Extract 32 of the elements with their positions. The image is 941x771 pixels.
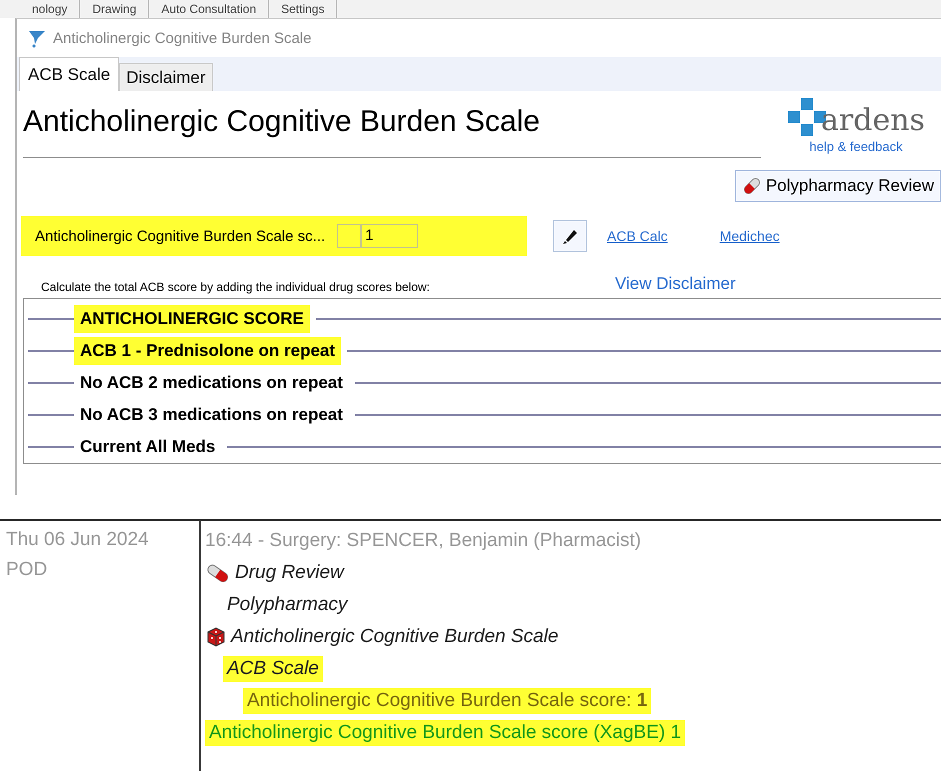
journal-entry: Drug Review <box>234 561 346 585</box>
link[interactable]: ACB Calc <box>607 228 668 244</box>
edit-button[interactable] <box>553 220 587 252</box>
section-heading: Current All Meds <box>79 436 216 458</box>
entry-date: Thu 06 Jun 2024 <box>6 528 150 552</box>
journal-entry: Anticholinergic Cognitive Burden Scale score (XagBE) 1 <box>205 720 686 746</box>
dice-icon <box>205 626 227 648</box>
window-title: Anticholinergic Cognitive Burden Scale <box>53 30 312 46</box>
review-button[interactable]: Polypharmacy Review <box>734 170 941 202</box>
score-field[interactable]: 1 <box>361 224 418 248</box>
section-heading: No ACB 3 medications on repeat <box>79 404 344 426</box>
tab[interactable]: Disclaimer <box>119 63 213 91</box>
link[interactable]: Medichec <box>720 228 780 244</box>
form-heading: Anticholinergic Cognitive Burden Scale <box>23 105 541 139</box>
section-heading: No ACB 2 medications on repeat <box>79 372 344 394</box>
location-text: POD <box>6 558 48 582</box>
help-link[interactable]: help & feedback <box>809 139 903 154</box>
journal-entry: Anticholinergic Cognitive Burden Scale <box>229 625 560 649</box>
input-field[interactable] <box>337 224 362 248</box>
consultation-header: 16:44 - Surgery: SPENCER, Benjamin (Pharmacist) <box>205 529 642 553</box>
field-label: Anticholinergic Cognitive Burden Scale sc... <box>35 228 326 244</box>
app-icon <box>27 28 47 48</box>
journal-entry: Anticholinergic Cognitive Burden Scale score: 1 <box>243 688 652 714</box>
journal-entry: ACB Scale <box>223 656 323 682</box>
section-heading: ACB 1 - Prednisolone on repeat <box>74 337 342 365</box>
tab[interactable]: ACB Scale <box>19 57 120 91</box>
instruction-text: Calculate the total ACB score by adding the individual drug scores below: <box>40 280 431 294</box>
section-heading: ANTICHOLINERGIC SCORE <box>74 305 310 333</box>
disclaimer-link[interactable]: View Disclaimer <box>615 274 736 294</box>
journal-entry: Polypharmacy <box>226 593 350 617</box>
brand-name: ardens <box>821 105 925 137</box>
pencil-icon <box>561 227 579 245</box>
